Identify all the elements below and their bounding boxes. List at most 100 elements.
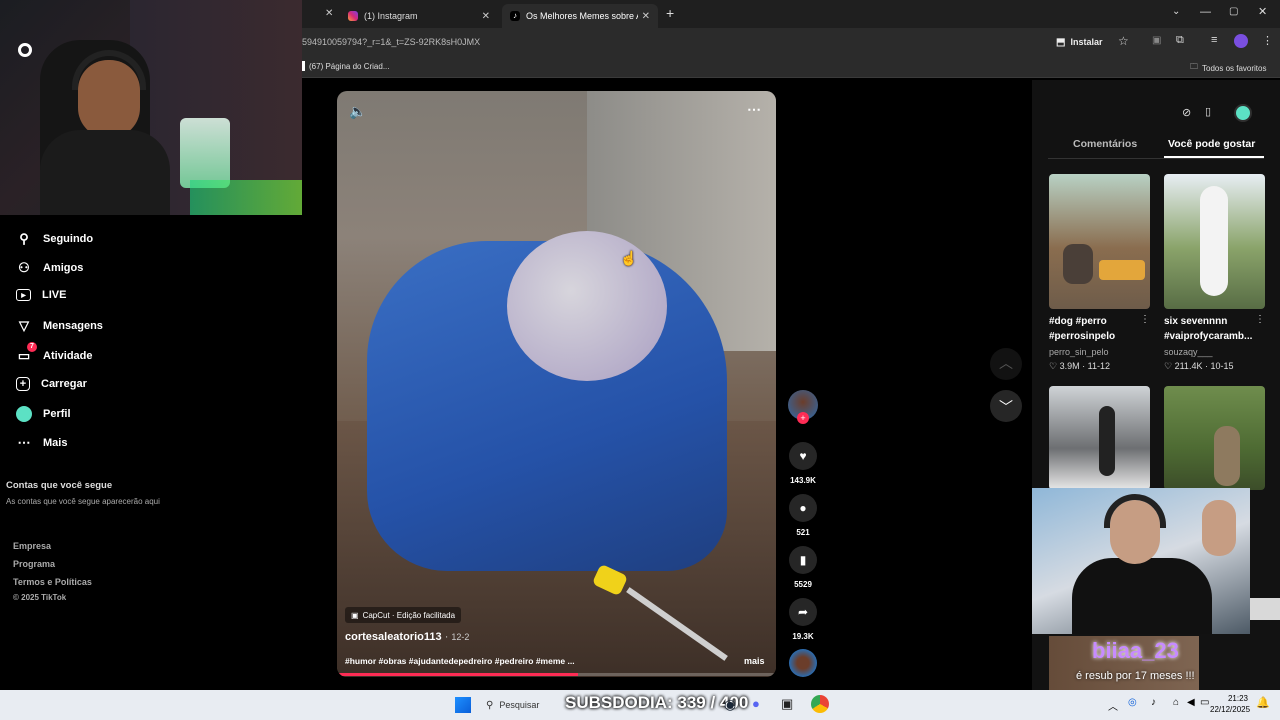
- volume-tray-icon[interactable]: ◀: [1187, 697, 1195, 708]
- share-button[interactable]: ➦ 19.3K: [788, 598, 818, 641]
- video-author[interactable]: cortesaleatorio113: [345, 631, 442, 643]
- comment-button[interactable]: ● 521: [788, 494, 818, 537]
- device-icon[interactable]: ▯: [1205, 105, 1211, 118]
- card-menu-icon[interactable]: ⋮: [1255, 314, 1265, 325]
- tab-instagram[interactable]: (1) Instagram ✕: [340, 4, 498, 28]
- close-tab-icon[interactable]: ✕: [325, 8, 333, 19]
- tab-tiktok[interactable]: ♪ Os Melhores Memes sobre Aju ✕: [502, 4, 658, 28]
- url-text[interactable]: 594910059794?_r=1&_t=ZS-92RK8sH0JMX: [302, 37, 480, 47]
- sidebar-item-following[interactable]: ⚲ Seguindo: [16, 231, 93, 247]
- following-icon: ⚲: [19, 231, 29, 246]
- new-tab-button[interactable]: +: [666, 5, 674, 21]
- minimize-icon[interactable]: —: [1200, 6, 1211, 18]
- video-progress-track[interactable]: [337, 673, 776, 676]
- sidebar-item-live[interactable]: ▶ LIVE: [16, 289, 66, 301]
- sub-alert-name: biiaa_23: [1092, 638, 1179, 663]
- card-likes: 3.9M: [1059, 361, 1080, 371]
- tiktok-icon: ♪: [510, 11, 520, 21]
- sidebar-item-messages[interactable]: ▽ Mensagens: [16, 318, 103, 334]
- creator-avatar-button[interactable]: +: [788, 390, 818, 424]
- tray-app-icon[interactable]: ◎: [1128, 697, 1137, 708]
- video-card-thumb[interactable]: [1049, 174, 1150, 309]
- video-author-line: cortesaleatorio113 · 12-2: [345, 631, 469, 643]
- star-icon[interactable]: ☆: [1118, 34, 1129, 48]
- capcut-label[interactable]: ▣ CapCut · Edição facilitada: [345, 607, 462, 623]
- battery-icon[interactable]: ▭: [1200, 697, 1209, 708]
- heart-outline-icon: ♡: [1164, 361, 1173, 371]
- puzzle-icon[interactable]: ⧉: [1176, 34, 1184, 47]
- save-button[interactable]: ▮ 5529: [788, 546, 818, 589]
- video-player[interactable]: 🔈 ⋯ ▣ CapCut · Edição facilitada cortesa…: [337, 91, 776, 677]
- close-tab-icon[interactable]: ✕: [642, 11, 650, 22]
- taskbar-search[interactable]: ⚲ Pesquisar: [480, 694, 560, 716]
- webcam-strip: [1250, 598, 1280, 620]
- card-stats: ♡ 211.4K · 10-15: [1164, 361, 1234, 372]
- tray-chevron-icon[interactable]: ︿: [1108, 698, 1118, 713]
- card-title[interactable]: six sevennnn #vaiprofycaramb...: [1164, 314, 1254, 344]
- sidebar-item-label: Amigos: [43, 262, 84, 274]
- extension-icon[interactable]: ▣: [1152, 35, 1161, 46]
- tab-you-may-like[interactable]: Você pode gostar: [1168, 138, 1255, 150]
- sidebar-item-label: Atividade: [43, 350, 93, 362]
- card-user[interactable]: perro_sin_pelo: [1049, 347, 1109, 357]
- tab-label: (1) Instagram: [364, 11, 418, 21]
- menu-kebab-icon[interactable]: ⋮: [1262, 34, 1273, 47]
- install-button[interactable]: ⬒ Instalar: [1056, 33, 1102, 51]
- video-card-thumb[interactable]: [1164, 174, 1265, 309]
- terminal-icon[interactable]: ▣: [781, 696, 793, 712]
- address-bar[interactable]: 594910059794?_r=1&_t=ZS-92RK8sH0JMX ⬒ In…: [300, 28, 1280, 56]
- discord-icon[interactable]: ●: [752, 696, 760, 711]
- guest-webcam: [1032, 488, 1250, 634]
- notification-icon[interactable]: 🔔: [1256, 696, 1270, 709]
- network-icon[interactable]: ⌂: [1173, 697, 1179, 708]
- windows-taskbar: ⚲ Pesquisar SUBSDODIA: 339 / 400 ◉ ● ▣ ︿…: [0, 690, 1280, 720]
- sidebar-item-profile[interactable]: Perfil: [16, 406, 71, 422]
- next-video-button[interactable]: ﹀: [990, 390, 1022, 422]
- sidebar-item-label: Perfil: [43, 408, 71, 420]
- card-title[interactable]: #dog #perro #perrosinpelo: [1049, 314, 1139, 344]
- sidebar-item-label: Seguindo: [43, 233, 94, 245]
- bookmark-favicon-icon: [302, 61, 305, 71]
- close-tab-icon[interactable]: ✕: [482, 11, 490, 22]
- bookmark-creator-page[interactable]: (67) Página do Criad...: [302, 61, 390, 71]
- previous-video-button[interactable]: ︿: [990, 348, 1022, 380]
- video-options-icon[interactable]: ⋯: [747, 101, 761, 118]
- chrome-icon[interactable]: [811, 695, 829, 713]
- sidebar-item-upload[interactable]: + Carregar: [16, 377, 87, 391]
- sidebar-item-friends[interactable]: ⚇ Amigos: [16, 260, 83, 276]
- instagram-icon: [348, 11, 358, 21]
- footer-link-company[interactable]: Empresa: [13, 541, 51, 551]
- guest-hand: [1202, 500, 1236, 556]
- tab-comments[interactable]: Comentários: [1073, 138, 1137, 150]
- steam-icon[interactable]: ◉: [724, 696, 736, 713]
- profile-avatar-icon[interactable]: [1234, 34, 1248, 48]
- microphone-icon[interactable]: ♪: [1151, 697, 1156, 708]
- footer-link-terms[interactable]: Termos e Políticas: [13, 577, 92, 587]
- windows-start-icon[interactable]: [455, 697, 471, 713]
- all-favorites-button[interactable]: 🗀 Todos os favoritos: [1190, 61, 1266, 75]
- maximize-icon[interactable]: ▢: [1229, 6, 1238, 17]
- follow-plus-icon[interactable]: +: [797, 412, 809, 424]
- taskbar-clock[interactable]: 21:23 22/12/2025: [1210, 693, 1250, 715]
- card-menu-icon[interactable]: ⋮: [1140, 314, 1150, 325]
- tab-search-icon[interactable]: ⌄: [1172, 6, 1180, 17]
- person-shape: [1200, 186, 1228, 296]
- video-card-thumb[interactable]: [1049, 386, 1150, 490]
- user-avatar[interactable]: [1234, 104, 1252, 122]
- sidebar-item-activity[interactable]: ▭ 7 Atividade: [16, 342, 93, 364]
- footer-link-program[interactable]: Programa: [13, 559, 55, 569]
- volume-icon[interactable]: 🔈: [349, 103, 366, 120]
- card-user[interactable]: souzaqy___: [1164, 347, 1213, 357]
- sidebar-item-more[interactable]: ⋯ Mais: [16, 435, 68, 451]
- like-button[interactable]: ♥ 143.9K: [788, 442, 818, 485]
- video-card-thumb[interactable]: [1164, 386, 1265, 490]
- music-disc-button[interactable]: [788, 649, 818, 677]
- sidebar-item-label: Mais: [43, 437, 68, 449]
- video-hashtags[interactable]: #humor #obras #ajudantedepedreiro #pedre…: [345, 656, 575, 666]
- playlist-icon[interactable]: ≡: [1211, 34, 1217, 46]
- video-more-button[interactable]: mais: [744, 656, 765, 666]
- compass-icon[interactable]: ⊘: [1182, 106, 1191, 119]
- close-window-icon[interactable]: ✕: [1258, 5, 1267, 18]
- card-stats: ♡ 3.9M · 11-12: [1049, 361, 1110, 372]
- bookmark-icon: ▮: [789, 546, 817, 574]
